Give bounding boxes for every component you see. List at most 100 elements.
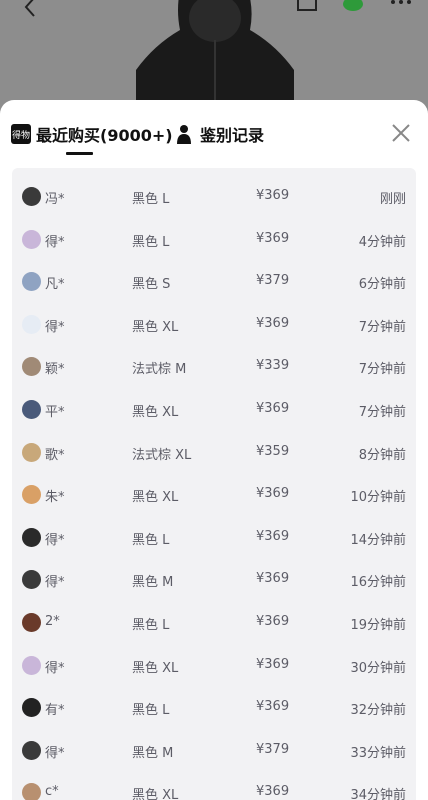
- price-label: ¥369: [256, 656, 290, 672]
- time-label: 34分钟前: [350, 788, 406, 800]
- purchase-row: 冯* 黑色 L ¥369 刚刚: [12, 182, 416, 212]
- person-silhouette-icon: [177, 125, 191, 144]
- price-label: ¥369: [256, 699, 290, 715]
- price-label: ¥369: [256, 401, 290, 416]
- close-icon[interactable]: [390, 122, 412, 144]
- avatar: [22, 229, 41, 249]
- avatar: [22, 314, 41, 334]
- avatar: [22, 442, 41, 462]
- purchase-row: 有* 黑色 L ¥369 32分钟前: [12, 693, 416, 723]
- dewu-logo-icon: 得物: [11, 124, 31, 144]
- variant-label: 黑色 L: [132, 618, 170, 633]
- price-label: ¥369: [256, 784, 290, 800]
- variant-label: 法式棕 XL: [132, 447, 192, 463]
- purchase-row: 2* 黑色 L ¥369 19分钟前: [12, 608, 416, 638]
- purchase-row: 颖* 法式棕 M ¥339 7分钟前: [12, 352, 416, 382]
- time-label: 16分钟前: [350, 575, 406, 591]
- tab-bar: 得物 最近购买(9000+) 鉴别记录: [0, 100, 428, 168]
- buyer-name: 得*: [45, 575, 65, 591]
- price-label: ¥369: [256, 486, 290, 502]
- variant-label: 黑色 L: [132, 532, 170, 548]
- back-arrow-icon[interactable]: [20, 0, 42, 18]
- time-label: 7分钟前: [358, 362, 406, 378]
- tab-recent-purchases-label: 最近购买(9000+): [36, 126, 173, 145]
- wechat-share-icon[interactable]: [342, 0, 364, 12]
- purchase-row: 得* 黑色 M ¥369 16分钟前: [12, 565, 416, 595]
- purchase-row: 得* 黑色 M ¥379 33分钟前: [12, 736, 416, 766]
- variant-label: 黑色 L: [132, 703, 170, 719]
- price-label: ¥369: [256, 528, 290, 544]
- buyer-name: 得*: [45, 745, 65, 761]
- tab-recent-purchases[interactable]: 得物 最近购买(9000+): [11, 122, 173, 146]
- time-label: 7分钟前: [358, 319, 406, 335]
- variant-label: 黑色 XL: [132, 788, 179, 800]
- avatar: [22, 357, 41, 377]
- time-label: 4分钟前: [358, 234, 406, 250]
- variant-label: 黑色 XL: [132, 660, 179, 676]
- shop-icon[interactable]: [296, 0, 318, 14]
- variant-label: 黑色 L: [132, 234, 170, 250]
- buyer-name: 有*: [45, 703, 65, 719]
- purchase-list: 冯* 黑色 L ¥369 刚刚得* 黑色 L ¥369 4分钟前凡* 黑色 S ¥379 6分钟前…: [12, 168, 416, 800]
- price-label: ¥369: [256, 230, 290, 246]
- tab-authentication-records[interactable]: 鉴别记录: [176, 122, 264, 146]
- buyer-name: 朱*: [45, 490, 65, 506]
- variant-label: 黑色 XL: [132, 405, 179, 420]
- variant-label: 黑色 M: [132, 575, 174, 591]
- time-label: 10分钟前: [350, 490, 406, 506]
- buyer-name: 得*: [45, 319, 65, 335]
- price-label: ¥359: [256, 443, 290, 459]
- variant-label: 黑色 L: [132, 192, 170, 207]
- buyer-name: 得*: [45, 234, 65, 250]
- avatar: [22, 783, 41, 800]
- time-label: 30分钟前: [350, 660, 406, 676]
- variant-label: 黑色 XL: [132, 490, 179, 506]
- avatar: [22, 698, 41, 718]
- time-label: 19分钟前: [350, 618, 406, 633]
- price-label: ¥369: [256, 315, 290, 331]
- variant-label: 黑色 S: [132, 277, 171, 293]
- more-icon[interactable]: [390, 0, 412, 10]
- time-label: 7分钟前: [358, 405, 406, 420]
- time-label: 6分钟前: [358, 277, 406, 293]
- avatar: [22, 272, 41, 292]
- buyer-name: c*: [45, 784, 59, 800]
- avatar: [22, 400, 41, 419]
- purchase-row: 得* 黑色 XL ¥369 30分钟前: [12, 651, 416, 681]
- buyer-name: 歌*: [45, 447, 65, 463]
- purchase-row: 得* 黑色 L ¥369 4分钟前: [12, 225, 416, 255]
- purchase-row: 朱* 黑色 XL ¥369 10分钟前: [12, 480, 416, 510]
- avatar: [22, 485, 41, 505]
- time-label: 刚刚: [379, 192, 406, 207]
- variant-label: 法式棕 M: [132, 362, 187, 378]
- buyer-name: 2*: [45, 614, 60, 629]
- purchase-row: 歌* 法式棕 XL ¥359 8分钟前: [12, 438, 416, 468]
- avatar: [22, 613, 41, 632]
- avatar: [22, 570, 41, 590]
- avatar: [22, 655, 41, 675]
- variant-label: 黑色 XL: [132, 319, 179, 335]
- buyer-name: 凡*: [45, 277, 65, 293]
- purchase-row: 得* 黑色 XL ¥369 7分钟前: [12, 310, 416, 340]
- price-label: ¥379: [256, 741, 290, 757]
- price-label: ¥369: [256, 188, 290, 203]
- price-label: ¥379: [256, 273, 290, 289]
- buyer-name: 得*: [45, 660, 65, 676]
- buyer-name: 冯*: [45, 192, 65, 207]
- price-label: ¥369: [256, 571, 290, 587]
- buyer-name: 平*: [45, 405, 65, 420]
- purchase-row: 得* 黑色 L ¥369 14分钟前: [12, 523, 416, 553]
- buyer-name: 得*: [45, 532, 65, 548]
- time-label: 14分钟前: [350, 532, 406, 548]
- variant-label: 黑色 M: [132, 745, 174, 761]
- tab-authentication-label: 鉴别记录: [200, 126, 265, 145]
- time-label: 8分钟前: [358, 447, 406, 463]
- recent-purchases-sheet: 得物 最近购买(9000+) 鉴别记录 冯* 黑色 L ¥369 刚刚得* 黑色 L ¥3…: [0, 100, 428, 800]
- active-tab-indicator: [66, 152, 93, 155]
- time-label: 33分钟前: [350, 745, 406, 761]
- price-label: ¥369: [256, 614, 290, 629]
- purchase-row: c* 黑色 XL ¥369 34分钟前: [12, 778, 416, 800]
- purchase-row: 凡* 黑色 S ¥379 6分钟前: [12, 267, 416, 297]
- avatar: [22, 527, 41, 547]
- buyer-name: 颖*: [45, 362, 65, 378]
